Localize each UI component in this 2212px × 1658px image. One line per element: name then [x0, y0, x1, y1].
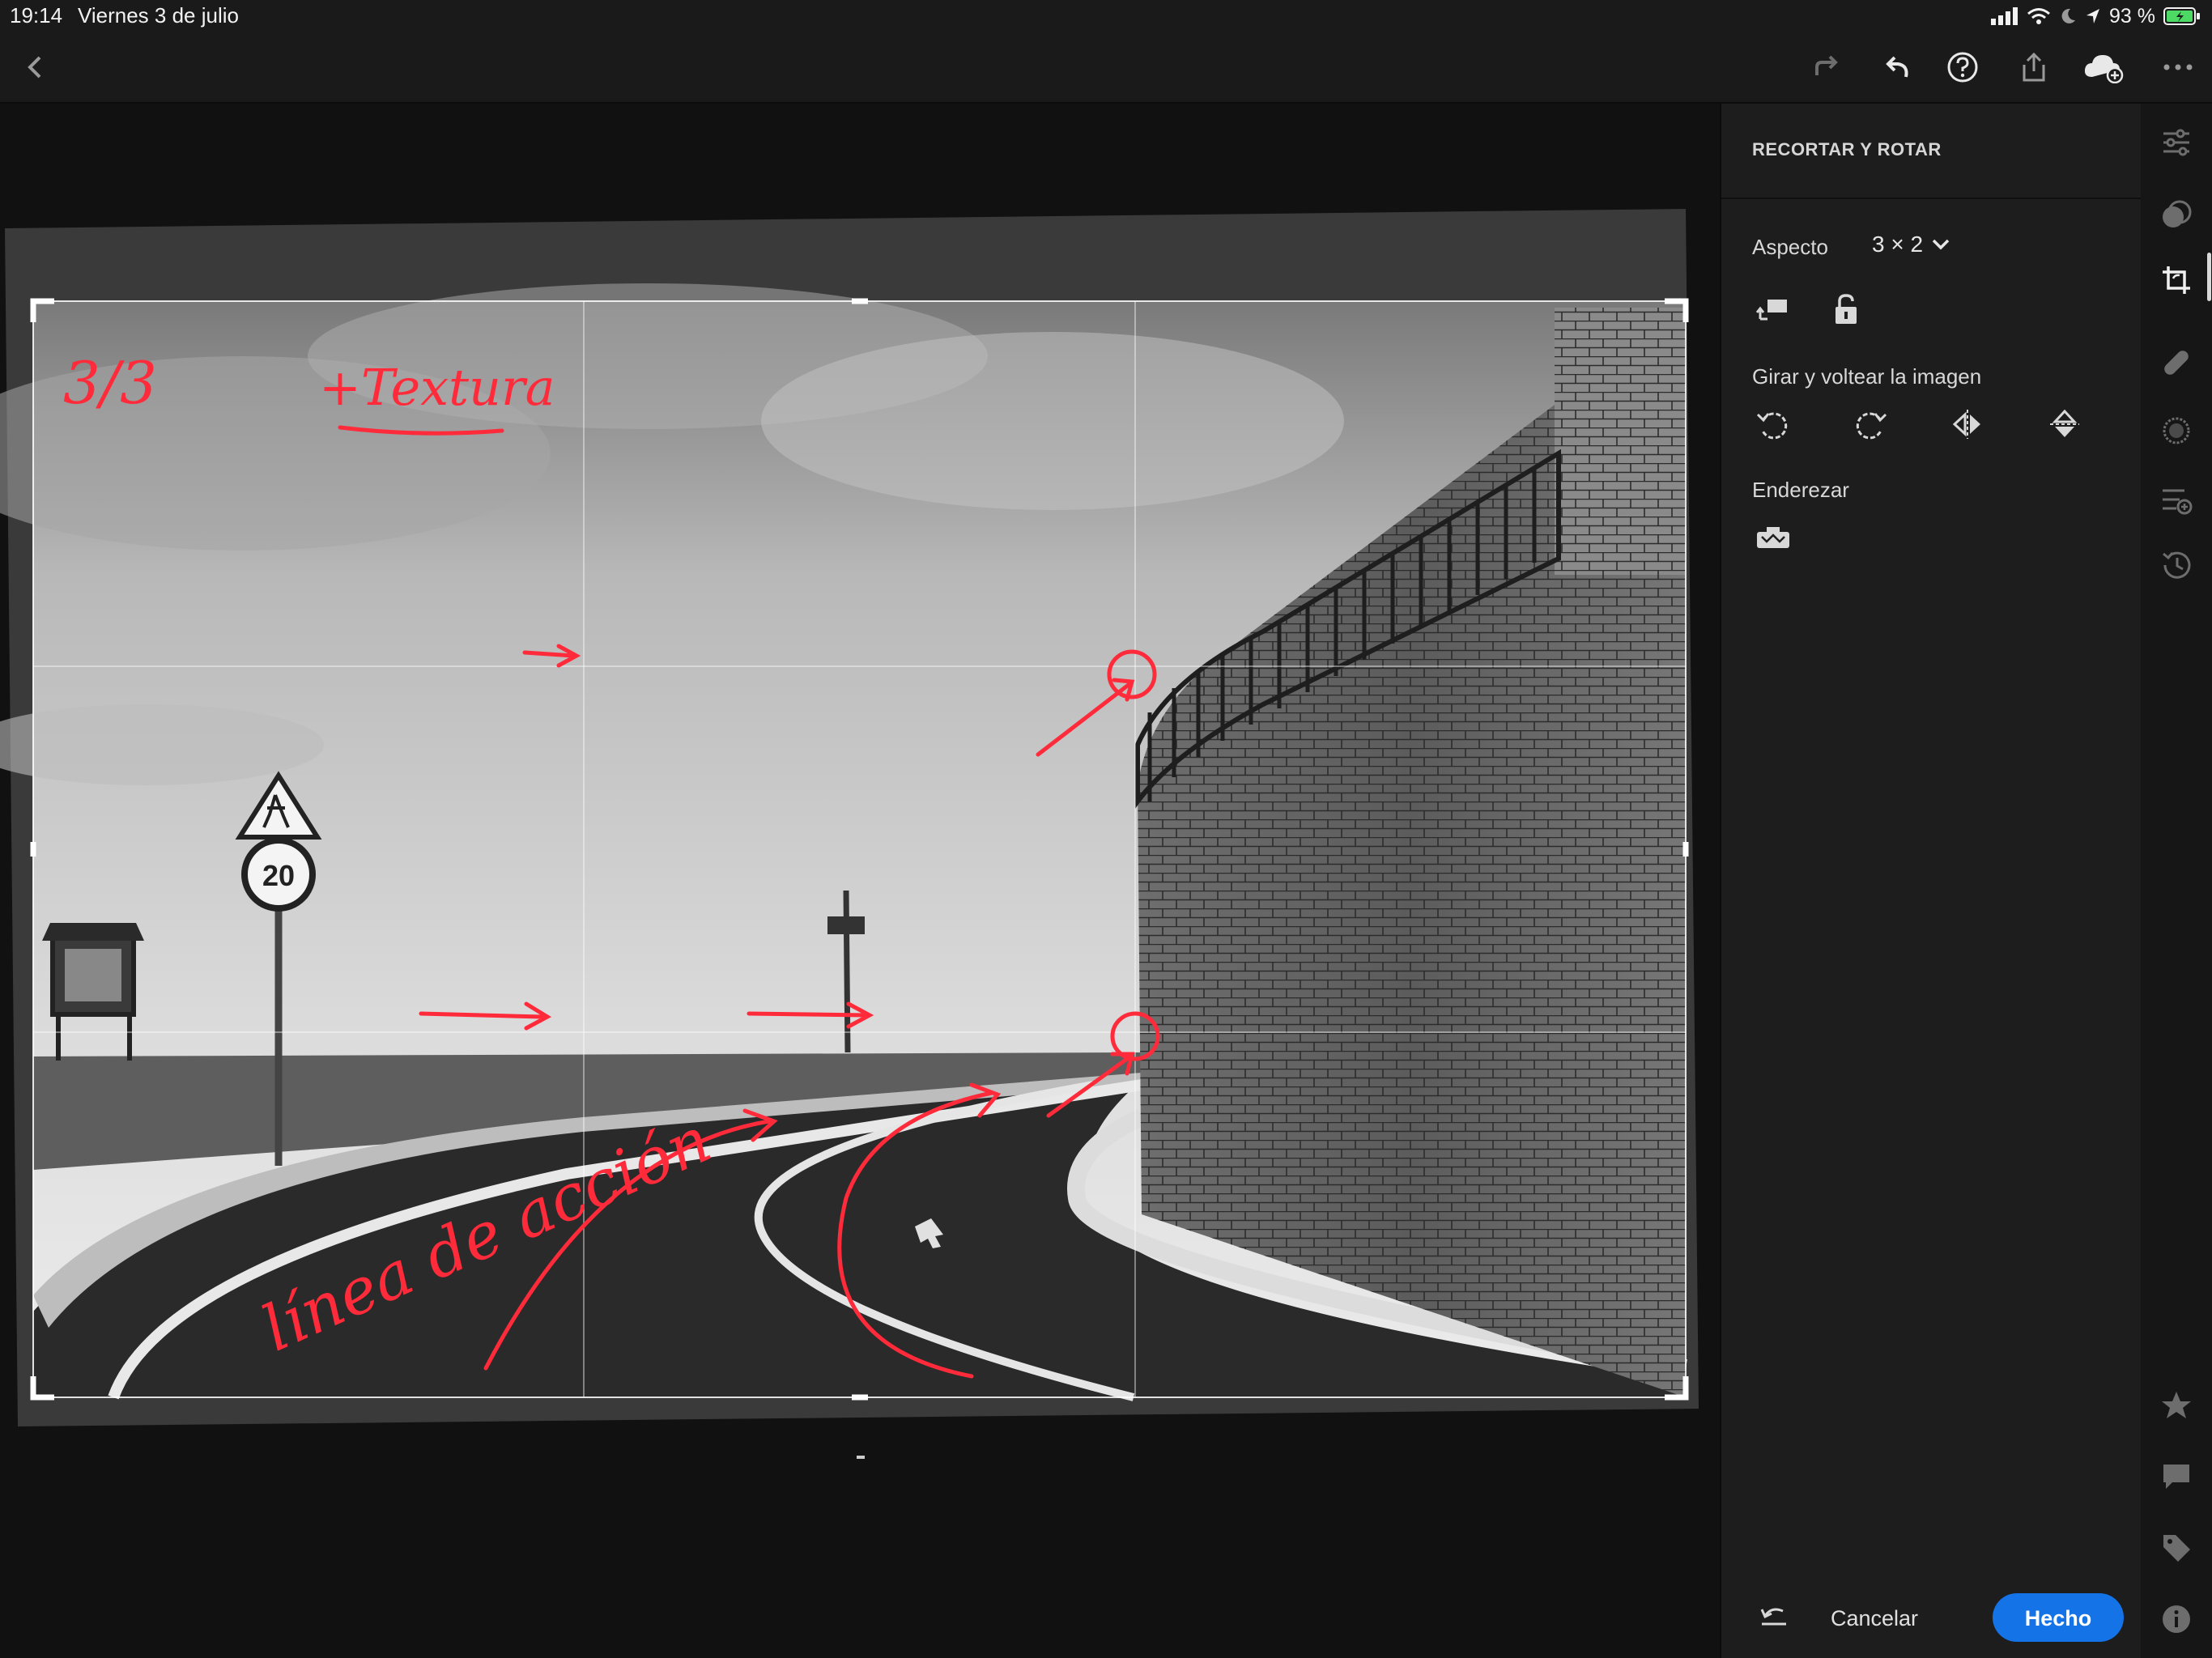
moon-icon [2061, 8, 2076, 23]
status-indicators: 93 % [1991, 2, 2201, 30]
share-button[interactable] [2013, 46, 2055, 88]
back-icon [28, 56, 41, 79]
location-icon [2087, 9, 2100, 23]
rail-active-indicator [2207, 253, 2211, 301]
rail-presets-button[interactable] [2155, 194, 2197, 236]
top-toolbar [0, 32, 2212, 104]
star-icon [2162, 1392, 2191, 1418]
straighten-label: Enderezar [1752, 478, 1849, 502]
photo-preview[interactable]: 20 3/3 +Textura línea de acción [0, 104, 1720, 1658]
redo-icon [1815, 55, 1838, 75]
crop-rotate-panel: RECORTAR Y ROTAR Aspecto 3 × 2 Girar y v… [1720, 104, 2142, 1658]
status-date: Viernes 3 de julio [78, 3, 239, 28]
crop-icon [2163, 266, 2190, 294]
aspect-value: 3 × 2 [1872, 232, 1924, 257]
undo-button[interactable] [1877, 46, 1919, 88]
cloud-sync-icon [2084, 55, 2124, 83]
status-time: 19:14 [10, 3, 63, 28]
history-icon [2163, 551, 2191, 579]
chevron-down-icon [1932, 239, 1950, 250]
more-icon [2163, 64, 2193, 70]
cloud-sync-button[interactable] [2082, 46, 2125, 88]
battery-percent: 93 % [2109, 4, 2155, 28]
reset-icon [1760, 1608, 1786, 1626]
photo-canvas: 20 3/3 +Textura línea de acción [0, 104, 1720, 1658]
wifi-icon [2027, 8, 2050, 24]
speed-sign-text: 20 [262, 859, 295, 892]
tag-icon [2163, 1535, 2190, 1562]
rail-masking-button[interactable] [2155, 410, 2197, 452]
signal-icon [1991, 7, 2018, 25]
flip-horizontal-icon [1952, 410, 1980, 439]
rail-rating-button[interactable] [2155, 1384, 2197, 1426]
done-button[interactable]: Hecho [1993, 1593, 2124, 1642]
rotate-right-icon [1856, 412, 1887, 440]
back-button[interactable] [15, 46, 57, 88]
reset-button[interactable] [1752, 1595, 1794, 1637]
comment-icon [2163, 1465, 2189, 1489]
edit-sliders-icon [2163, 129, 2189, 156]
battery-icon [2163, 7, 2200, 25]
tool-rail [2141, 104, 2212, 1658]
annotation-corner: 3/3 [63, 349, 157, 417]
rail-history-button[interactable] [2155, 544, 2197, 586]
rail-edit-button[interactable] [2155, 121, 2197, 164]
orientation-button[interactable] [1752, 288, 1794, 330]
rotate-left-icon [1756, 412, 1788, 440]
presets-icon [2163, 200, 2192, 227]
undo-icon [1886, 56, 1908, 78]
more-button[interactable] [2157, 46, 2199, 88]
unlock-icon [1836, 294, 1857, 324]
status-bar: 19:14 Viernes 3 de julio 93 % [0, 0, 2212, 32]
aspect-label: Aspecto [1752, 235, 1828, 259]
annotation-texture: +Textura [319, 358, 555, 417]
rail-healing-button[interactable] [2155, 342, 2197, 384]
rail-info-button[interactable] [2155, 1598, 2197, 1640]
rail-versions-button[interactable] [2155, 479, 2197, 521]
healing-icon [2164, 351, 2189, 375]
flip-vertical-icon [2050, 409, 2079, 437]
panel-title: RECORTAR Y ROTAR [1752, 139, 1942, 159]
help-icon [1947, 52, 1978, 83]
share-icon [2023, 52, 2045, 82]
rail-crop-button[interactable] [2155, 259, 2197, 301]
rail-keywords-button[interactable] [2155, 1527, 2197, 1569]
auto-straighten-button[interactable] [1752, 517, 1794, 559]
rotate-flip-label: Girar y voltear la imagen [1752, 364, 1982, 389]
versions-icon [2163, 489, 2193, 515]
masking-icon [2163, 417, 2190, 444]
rotate-right-button[interactable] [1849, 403, 1891, 445]
rail-comments-button[interactable] [2155, 1456, 2197, 1498]
orientation-icon [1756, 300, 1787, 321]
info-icon [2163, 1605, 2190, 1633]
auto-straighten-icon [1757, 527, 1789, 548]
help-button[interactable] [1942, 46, 1984, 88]
cancel-button[interactable]: Cancelar [1818, 1593, 1931, 1642]
aspect-lock-button[interactable] [1825, 288, 1867, 330]
redo-button[interactable] [1806, 46, 1848, 88]
flip-vertical-button[interactable] [2044, 403, 2086, 445]
rotate-left-button[interactable] [1752, 403, 1794, 445]
flip-horizontal-button[interactable] [1946, 403, 1989, 445]
aspect-dropdown[interactable]: 3 × 2 [1872, 232, 1950, 257]
panel-divider [1721, 198, 2142, 199]
